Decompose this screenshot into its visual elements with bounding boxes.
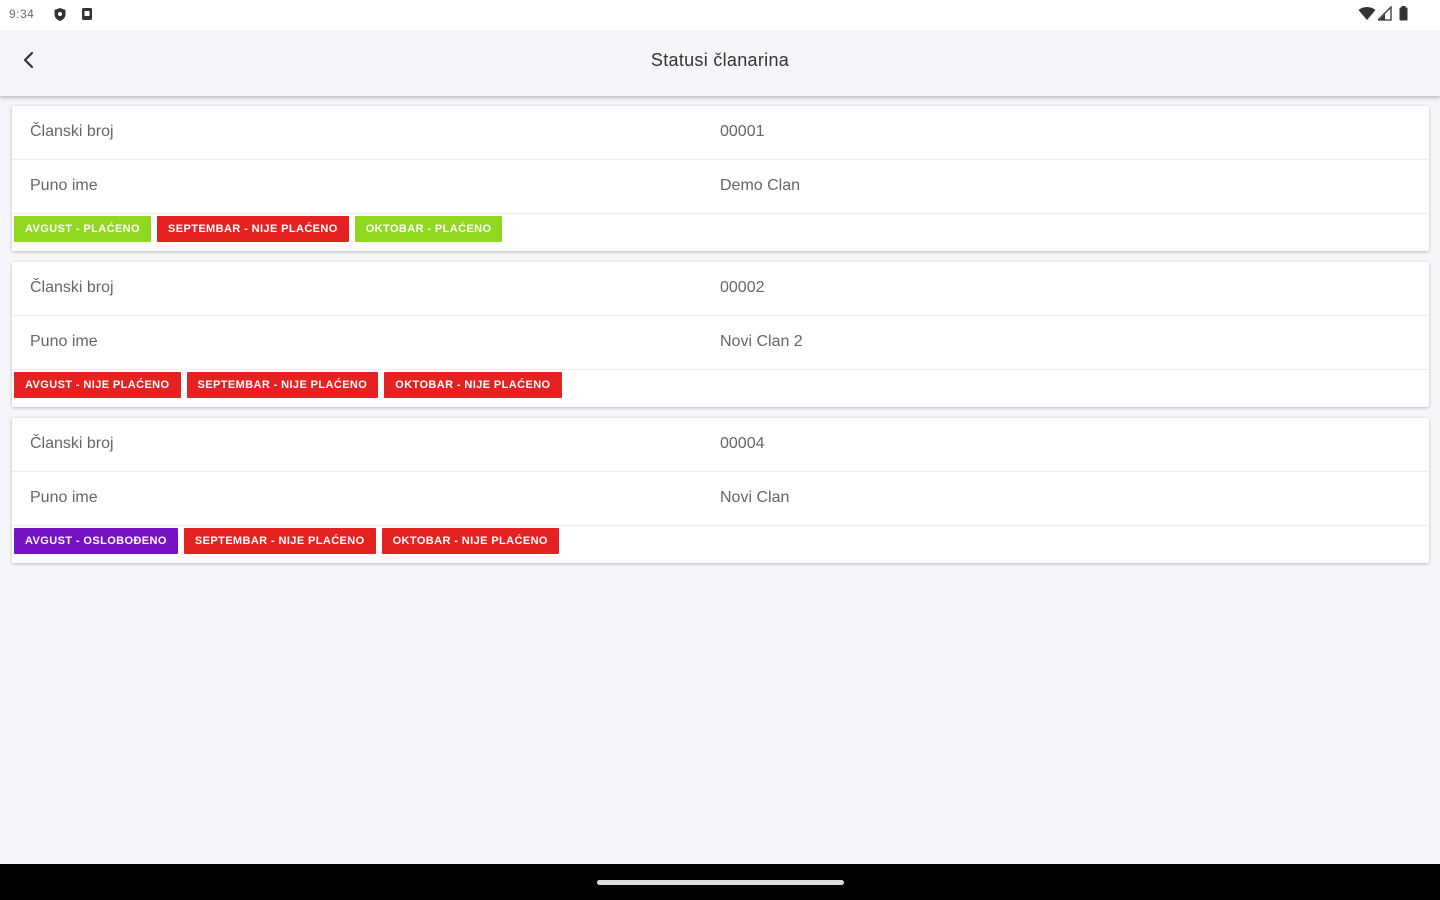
member-name-value: Novi Clan 2 (720, 333, 803, 350)
member-number-value: 00004 (720, 435, 765, 452)
member-number-label: Članski broj (30, 123, 114, 140)
wifi-icon (1358, 6, 1376, 26)
status-badge: AVGUST - PLAĆENO (14, 216, 151, 242)
member-name-row: Puno ime Novi Clan (12, 472, 1429, 526)
status-time: 9:34 (9, 7, 35, 21)
member-number-row: Članski broj 00002 (12, 262, 1429, 316)
member-number-label: Članski broj (30, 435, 114, 452)
navigation-bar (0, 864, 1440, 900)
member-name-label: Puno ime (30, 333, 98, 350)
signal-icon (1376, 5, 1392, 26)
member-name-value: Novi Clan (720, 489, 790, 506)
app-bar: Statusi članarina (0, 30, 1440, 96)
member-number-row: Članski broj 00004 (12, 418, 1429, 472)
status-chips: AVGUST - OSLOBOĐENO SEPTEMBAR - NIJE PLA… (14, 528, 559, 554)
home-gesture-handle[interactable] (597, 880, 844, 885)
status-chips: AVGUST - PLAĆENO SEPTEMBAR - NIJE PLAĆEN… (14, 216, 503, 242)
member-list[interactable]: Članski broj 00001 Puno ime Demo Clan AV… (0, 96, 1440, 864)
status-badge: OKTOBAR - NIJE PLAĆENO (384, 372, 562, 398)
member-number-label: Članski broj (30, 279, 114, 296)
member-name-label: Puno ime (30, 489, 98, 506)
page-title: Statusi članarina (650, 50, 790, 70)
status-badge: SEPTEMBAR - NIJE PLAĆENO (186, 372, 379, 398)
screen: 9:34 Statusi članarina Članski broj 0000… (0, 0, 1440, 900)
sim-icon (81, 7, 93, 26)
member-number-value: 00001 (720, 123, 765, 140)
member-name-label: Puno ime (30, 177, 98, 194)
member-number-row: Članski broj 00001 (12, 106, 1429, 160)
member-name-value: Demo Clan (720, 177, 801, 194)
status-chips: AVGUST - NIJE PLAĆENO SEPTEMBAR - NIJE P… (14, 372, 562, 398)
member-number-value: 00002 (720, 279, 765, 296)
status-badge: AVGUST - NIJE PLAĆENO (14, 372, 181, 398)
member-card[interactable]: Članski broj 00002 Puno ime Novi Clan 2 … (12, 262, 1429, 407)
member-name-row: Puno ime Novi Clan 2 (12, 316, 1429, 370)
status-badge: SEPTEMBAR - NIJE PLAĆENO (156, 216, 349, 242)
member-name-row: Puno ime Demo Clan (12, 160, 1429, 214)
status-badge: AVGUST - OSLOBOĐENO (14, 528, 178, 554)
status-badge: OKTOBAR - PLAĆENO (354, 216, 503, 242)
member-card[interactable]: Članski broj 00001 Puno ime Demo Clan AV… (12, 106, 1429, 251)
member-card[interactable]: Članski broj 00004 Puno ime Novi Clan AV… (12, 418, 1429, 563)
status-badge: SEPTEMBAR - NIJE PLAĆENO (183, 528, 376, 554)
status-bar: 9:34 (0, 0, 1440, 30)
status-badge: OKTOBAR - NIJE PLAĆENO (381, 528, 559, 554)
battery-icon (1399, 6, 1408, 26)
shield-icon (53, 7, 67, 27)
